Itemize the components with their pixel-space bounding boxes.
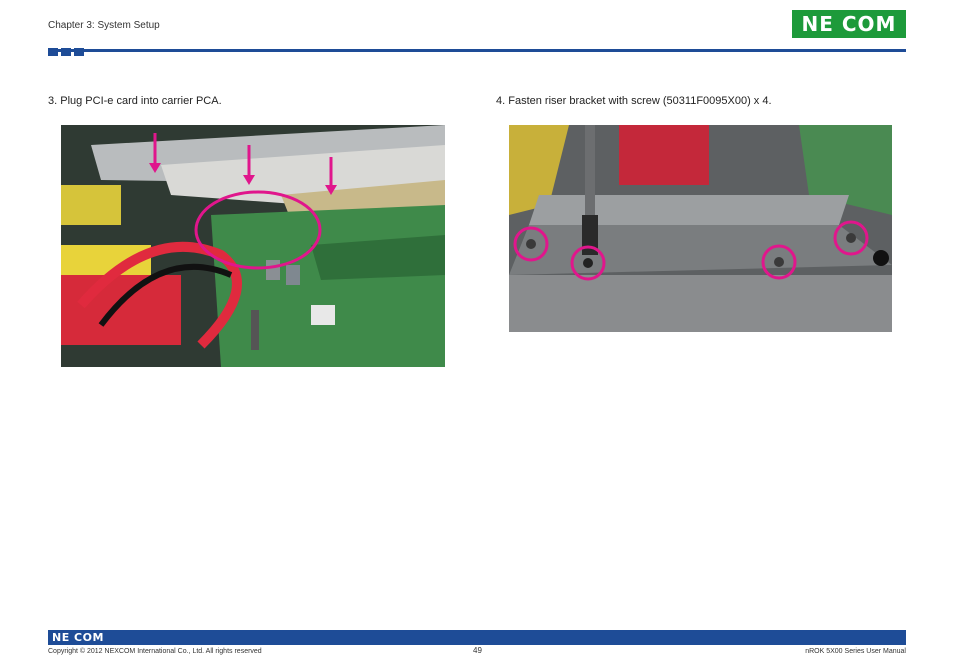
logo-text: NE COM [801,12,897,36]
square-3 [74,48,84,56]
header-squares [48,48,84,56]
footer-bar [48,630,906,645]
step-4-text: 4. Fasten riser bracket with screw (5031… [496,95,772,107]
riser-bracket-photo [509,125,892,332]
copyright-text: Copyright © 2012 NEXCOM International Co… [48,648,262,655]
square-1 [48,48,58,56]
pcie-card-illustration [61,125,445,367]
chapter-title: Chapter 3: System Setup [48,20,160,31]
pcie-card-photo [61,125,445,367]
manual-name: nROK 5X00 Series User Manual [805,648,906,655]
step-3-text: 3. Plug PCI-e card into carrier PCA. [48,95,222,107]
square-2 [61,48,71,56]
header-rule [48,49,906,52]
footer-logo: NE COM [52,631,104,644]
riser-bracket-illustration [509,125,892,332]
nexcom-logo: NE COM [792,10,906,38]
page-number: 49 [473,646,482,655]
